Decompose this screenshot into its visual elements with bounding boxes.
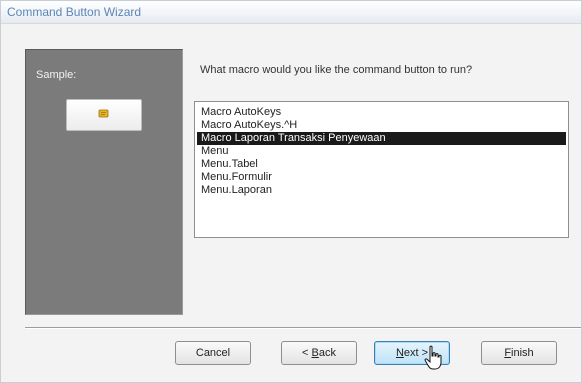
back-mnemonic: B [311,347,319,359]
macro-scroll-icon [98,109,109,118]
window-title: Command Button Wizard [7,5,142,19]
list-item[interactable]: Macro AutoKeys.^H [197,119,566,132]
list-item[interactable]: Menu.Tabel [197,158,566,171]
macro-listbox[interactable]: Macro AutoKeys Macro AutoKeys.^H Macro L… [194,101,569,238]
wizard-window: Command Button Wizard Sample: What macro… [0,0,582,383]
sample-label: Sample: [36,69,77,81]
list-item[interactable]: Macro AutoKeys [197,106,566,119]
list-item-selected[interactable]: Macro Laporan Transaksi Penyewaan [197,132,566,145]
cancel-button-label: Cancel [195,347,231,359]
cancel-button[interactable]: Cancel [175,341,251,365]
title-bar: Command Button Wizard [1,1,581,24]
next-mnemonic: N [395,347,404,359]
finish-label-rest: inish [511,347,534,359]
finish-button[interactable]: Finish [481,341,557,365]
macro-prompt: What macro would you like the command bu… [200,64,473,76]
back-button[interactable]: < Back [281,341,357,365]
list-item[interactable]: Menu [197,145,566,158]
sample-command-button [66,99,142,131]
sample-panel: Sample: [25,49,183,315]
button-separator [25,327,581,329]
hand-cursor-icon [424,345,442,370]
back-label-rest: ack [318,347,336,359]
list-item[interactable]: Menu.Formulir [197,171,566,184]
back-prefix: < [302,347,312,359]
list-item[interactable]: Menu.Laporan [197,184,566,197]
